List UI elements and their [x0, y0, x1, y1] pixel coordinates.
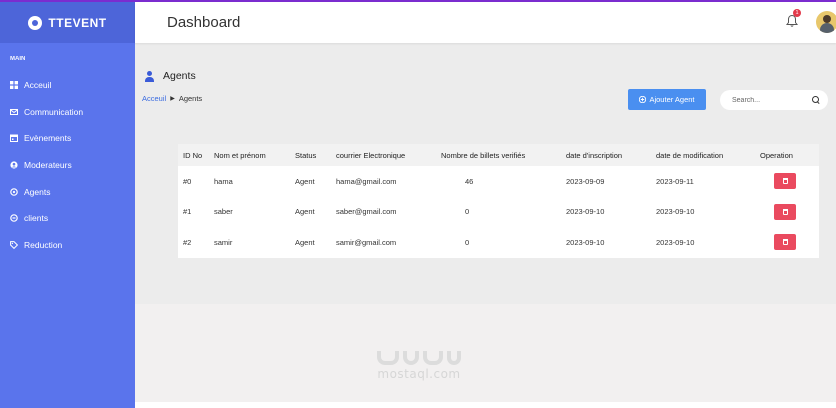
breadcrumb-current: Agents	[178, 94, 203, 103]
sidebar-item-label: Evènements	[24, 133, 72, 144]
trash-icon	[782, 208, 788, 215]
page-title: Dashboard	[167, 14, 241, 31]
sidebar-item-label: Reduction	[24, 239, 63, 250]
sidebar-item-evenements[interactable]: Evènements	[0, 125, 135, 152]
search-box	[720, 90, 828, 110]
agents-table: ID No Nom et prénom Status courrier Elec…	[178, 144, 819, 258]
watermark-text: mostaql.com	[377, 367, 461, 381]
trash-icon	[782, 178, 788, 185]
brand-logo-icon	[28, 15, 43, 30]
cell-modified: 2023-09-11	[656, 176, 694, 186]
cell-status: Agent	[295, 176, 315, 186]
notification-badge: 1	[793, 9, 801, 17]
client-icon	[10, 214, 18, 223]
grid-icon	[10, 81, 18, 90]
main-content: Agents Acceuil ▶ Agents Ajouter Agent ID…	[135, 43, 836, 408]
cell-name: samir	[214, 237, 233, 247]
sidebar-item-moderateurs[interactable]: Moderateurs	[0, 152, 135, 179]
moderator-icon	[10, 161, 18, 169]
chevron-right-icon: ▶	[170, 96, 175, 102]
top-header: Dashboard 1	[135, 2, 836, 43]
search-input[interactable]	[732, 96, 808, 104]
cell-operation	[760, 203, 819, 220]
cell-name: hama	[214, 176, 233, 186]
cell-modified: 2023-09-10	[656, 207, 695, 217]
cell-email: hama@gmail.com	[336, 176, 397, 186]
cell-tickets: 0	[465, 237, 470, 247]
delete-button[interactable]	[774, 203, 796, 220]
brand[interactable]: TTEVENT	[0, 2, 135, 43]
footer-strip	[135, 402, 836, 408]
cell-id: #0	[183, 176, 192, 186]
cell-name: saber	[214, 207, 233, 217]
watermark-logo-icon	[373, 345, 465, 367]
cell-status: Agent	[295, 207, 315, 217]
cell-modified: 2023-09-10	[656, 237, 695, 247]
cell-email: saber@gmail.com	[336, 207, 397, 217]
cell-operation	[760, 173, 819, 190]
avatar[interactable]	[816, 11, 836, 33]
cell-email: samir@gmail.com	[336, 237, 397, 247]
cell-created: 2023-09-09	[566, 176, 605, 186]
column-header-operation: Operation	[760, 150, 793, 160]
cell-tickets: 0	[465, 207, 470, 217]
section-title: Agents	[163, 70, 196, 82]
table-row: #0 hama Agent hama@gmail.com 46 2023-09-…	[178, 166, 819, 197]
breadcrumb-home-link[interactable]: Acceuil	[142, 94, 166, 103]
search-icon[interactable]	[812, 96, 820, 104]
breadcrumb: Acceuil ▶ Agents	[142, 94, 202, 103]
sidebar-section-label: MAIN	[10, 56, 26, 62]
plus-icon	[639, 96, 647, 103]
add-agent-label: Ajouter Agent	[649, 95, 695, 104]
table-row: #1 saber Agent saber@gmail.com 0 2023-09…	[178, 197, 819, 228]
watermark: mostaql.com	[367, 345, 471, 381]
cell-id: #1	[183, 207, 192, 217]
table-row: #2 samir Agent samir@gmail.com 0 2023-09…	[178, 227, 819, 258]
section-heading: Agents	[145, 70, 196, 82]
sidebar-item-acceuil[interactable]: Acceuil	[0, 72, 135, 99]
sidebar-item-label: Communication	[24, 106, 84, 117]
calendar-icon	[10, 134, 18, 143]
trash-icon	[782, 239, 788, 246]
sidebar-item-label: Moderateurs	[24, 160, 72, 171]
mail-icon	[10, 108, 18, 116]
column-header-name[interactable]: Nom et prénom	[214, 151, 295, 160]
sidebar-item-reduction[interactable]: Reduction	[0, 232, 135, 259]
sidebar-item-label: clients	[24, 213, 49, 224]
column-header-id[interactable]: ID No	[178, 151, 214, 160]
top-accent-line	[0, 0, 836, 2]
cell-operation	[760, 234, 819, 251]
brand-name: TTEVENT	[48, 15, 107, 30]
column-header-email[interactable]: courrier Electronique	[336, 151, 441, 160]
delete-button[interactable]	[774, 234, 796, 251]
agent-icon	[10, 187, 18, 196]
cell-tickets: 46	[465, 176, 474, 186]
cell-id: #2	[183, 237, 192, 247]
add-agent-button[interactable]: Ajouter Agent	[628, 89, 706, 110]
column-header-modified[interactable]: date de modification	[656, 151, 760, 160]
delete-button[interactable]	[774, 173, 796, 190]
sidebar-item-agents[interactable]: Agents	[0, 178, 135, 205]
cell-status: Agent	[295, 237, 315, 247]
table-header: ID No Nom et prénom Status courrier Elec…	[178, 144, 819, 166]
column-header-status[interactable]: Status	[295, 151, 336, 160]
sidebar: TTEVENT MAIN Acceuil Communication Evène…	[0, 2, 135, 408]
column-header-tickets[interactable]: Nombre de billets verifiés	[441, 151, 566, 160]
column-header-created[interactable]: date d'inscription	[566, 151, 656, 160]
lower-panel	[135, 304, 836, 402]
sidebar-nav: Acceuil Communication Evènements Moderat…	[0, 72, 135, 258]
tag-icon	[10, 240, 18, 249]
sidebar-item-label: Agents	[24, 186, 51, 197]
sidebar-item-label: Acceuil	[24, 80, 52, 91]
cell-created: 2023-09-10	[566, 237, 605, 247]
sidebar-item-communication[interactable]: Communication	[0, 99, 135, 126]
cell-created: 2023-09-10	[566, 207, 605, 217]
sidebar-item-clients[interactable]: clients	[0, 205, 135, 232]
user-icon	[145, 70, 154, 82]
